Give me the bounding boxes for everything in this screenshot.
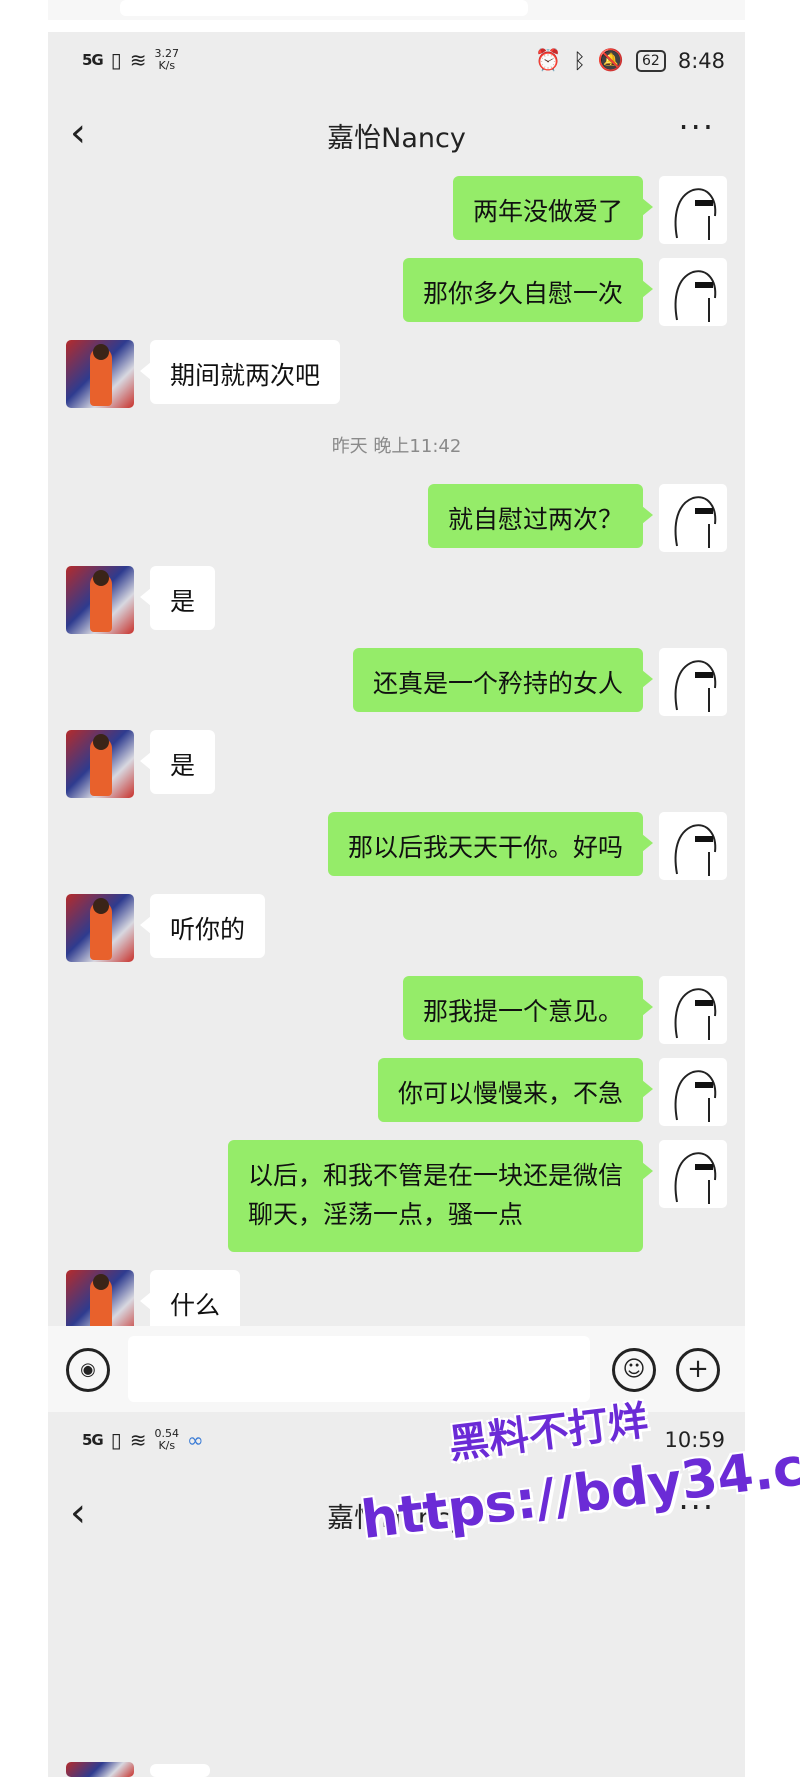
emoji-icon[interactable]: ☺: [612, 1348, 656, 1392]
wifi-icon: ≋: [129, 1428, 147, 1452]
top-text-input[interactable]: [120, 0, 528, 16]
top-cropped-input-bar: [48, 0, 745, 20]
bluetooth-icon: ᛒ: [573, 48, 586, 73]
mute-icon: 🔕: [597, 48, 624, 72]
status-bar: 5G ▯ ≋ 3.27 K/s ⏰ ᛒ 🔕 62 8:48: [48, 32, 745, 94]
avatar-contact[interactable]: [66, 566, 134, 634]
message-bubble-me[interactable]: 那我提一个意见。: [402, 976, 654, 1040]
avatar-me[interactable]: [659, 176, 727, 244]
wifi-icon: ≋: [129, 48, 147, 72]
message-bubble-other[interactable]: 什么: [139, 1270, 241, 1334]
message-bubble-me[interactable]: 还真是一个矜持的女人: [352, 648, 654, 712]
message-bubble-me[interactable]: 你可以慢慢来，不急: [377, 1058, 654, 1122]
sim-icon: ▯: [110, 1428, 122, 1452]
message-bubble-me[interactable]: 以后，和我不管是在一块还是微信 聊天，淫荡一点，骚一点: [227, 1140, 654, 1252]
battery-icon: 62: [636, 49, 666, 72]
more-icon[interactable]: ···: [678, 108, 715, 146]
message-bubble-me[interactable]: 两年没做爱了: [452, 176, 654, 240]
avatar-contact[interactable]: [66, 1762, 134, 1777]
avatar-contact[interactable]: [66, 730, 134, 798]
avatar-me[interactable]: [659, 484, 727, 552]
chat-header: ‹ 嘉怡Nancy ···: [48, 94, 745, 180]
message-bubble-me[interactable]: 就自慰过两次？: [427, 484, 654, 548]
chat-screen: 5G ▯ ≋ 3.27 K/s ⏰ ᛒ 🔕 62 8:48 ‹ 嘉怡Nancy ·…: [48, 32, 745, 1412]
network-speed: 3.27 K/s: [154, 47, 180, 72]
message-bubble-other[interactable]: 听你的: [139, 894, 266, 958]
clock: 8:48: [677, 48, 725, 73]
message-bubble-other[interactable]: 期间就两次吧: [139, 340, 341, 404]
message-bubble-other: [150, 1764, 210, 1777]
avatar-me[interactable]: [659, 258, 727, 326]
link-icon: ∞: [187, 1428, 204, 1452]
avatar-me[interactable]: [659, 648, 727, 716]
message-line: 以后，和我不管是在一块还是微信: [247, 1161, 623, 1190]
message-input[interactable]: [128, 1336, 590, 1402]
avatar-contact[interactable]: [66, 894, 134, 962]
signal-icon: 5G: [82, 51, 104, 69]
voice-icon[interactable]: ◉: [66, 1348, 110, 1392]
message-line: 聊天，淫荡一点，骚一点: [247, 1200, 523, 1229]
message-bubble-me[interactable]: 那你多久自慰一次: [402, 258, 654, 322]
message-bubble-other[interactable]: 是: [139, 730, 216, 794]
avatar-contact[interactable]: [66, 340, 134, 408]
avatar-me[interactable]: [659, 976, 727, 1044]
alarm-icon: ⏰: [535, 48, 562, 72]
plus-icon[interactable]: +: [676, 1348, 720, 1392]
chat-title: 嘉怡Nancy: [327, 123, 466, 154]
message-bubble-me[interactable]: 那以后我天天干你。好吗: [327, 812, 654, 876]
message-bubble-other[interactable]: 是: [139, 566, 216, 630]
avatar-me[interactable]: [659, 812, 727, 880]
message-timestamp: 昨天 晚上11:42: [331, 436, 462, 457]
network-speed: 0.54 K/s: [154, 1427, 180, 1452]
signal-icon: 5G: [82, 1431, 104, 1449]
sim-icon: ▯: [110, 48, 122, 72]
avatar-me[interactable]: [659, 1058, 727, 1126]
avatar-me[interactable]: [659, 1140, 727, 1208]
